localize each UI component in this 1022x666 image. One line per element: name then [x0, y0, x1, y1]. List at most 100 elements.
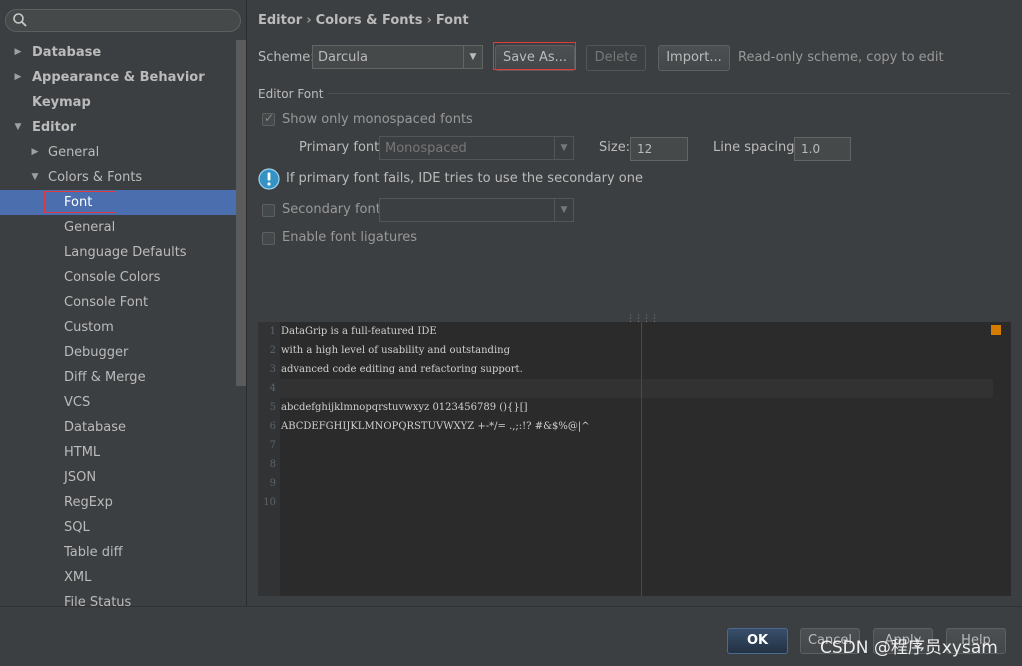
sidebar-item-console-font[interactable]: Console Font [0, 290, 246, 315]
sidebar-item-editor[interactable]: ▼ Editor [0, 115, 246, 140]
sidebar-item-label: Database [32, 45, 102, 60]
collapse-arrow-icon[interactable]: ▶ [29, 140, 41, 165]
sidebar-item-general[interactable]: General [0, 215, 246, 240]
delete-button[interactable]: Delete [586, 45, 646, 71]
sidebar-item-json[interactable]: JSON [0, 465, 246, 490]
sidebar-item-font[interactable]: Font [0, 190, 246, 215]
line-number: 8 [269, 459, 276, 470]
line-spacing-label: Line spacing: [713, 140, 799, 155]
chevron-down-icon[interactable]: ▼ [554, 137, 573, 159]
ok-button[interactable]: OK [727, 628, 788, 654]
sidebar-item-label: File Status [64, 595, 132, 606]
sidebar-item-file-status[interactable]: File Status [0, 590, 246, 606]
sidebar-item-label: VCS [64, 395, 91, 410]
size-input[interactable] [631, 138, 687, 160]
font-settings-panel: Editor › Colors & Fonts › Font Scheme: Darcu… [248, 0, 1022, 606]
sidebar-item-console-colors[interactable]: Console Colors [0, 265, 246, 290]
sidebar-item-database[interactable]: Database [0, 415, 246, 440]
code-line: 8 [258, 455, 281, 474]
scheme-value: Darcula [318, 50, 369, 65]
code-line: 1 DataGrip is a full-featured IDE [258, 322, 437, 341]
sidebar-item-label: XML [64, 570, 92, 585]
right-margin-guide [641, 322, 642, 596]
code-line: 7 [258, 436, 281, 455]
expand-arrow-icon[interactable]: ▼ [12, 115, 24, 140]
primary-font-value: Monospaced [385, 141, 467, 156]
settings-tree: ▶ Database ▶ Appearance & Behavior Keymap ▼ Ed… [0, 40, 246, 606]
sidebar-item-table-diff[interactable]: Table diff [0, 540, 246, 565]
code-line: 5 abcdefghijklmnopqrstuvwxyz 0123456789 (… [258, 398, 528, 417]
save-as-highlight [493, 42, 576, 70]
sidebar-item-debugger[interactable]: Debugger [0, 340, 246, 365]
breadcrumb-colors-fonts: Colors & Fonts [315, 13, 423, 28]
line-number: 10 [263, 497, 276, 508]
sidebar-item-vcs[interactable]: VCS [0, 390, 246, 415]
sidebar-item-regexp[interactable]: RegExp [0, 490, 246, 515]
monospaced-checkbox[interactable] [262, 111, 275, 126]
chevron-down-icon[interactable]: ▼ [554, 199, 573, 221]
code-line: 4 [258, 379, 281, 398]
ligatures-checkbox[interactable] [262, 232, 275, 245]
sidebar-item-label: JSON [64, 470, 97, 485]
sidebar-item-label: Table diff [64, 545, 123, 560]
code-text: advanced code editing and refactoring su… [281, 364, 523, 375]
breadcrumb: Editor › Colors & Fonts › Font [258, 13, 469, 28]
settings-search[interactable] [5, 9, 241, 32]
sidebar-item-database[interactable]: ▶ Database [0, 40, 246, 65]
sidebar-item-label: Keymap [32, 95, 91, 110]
sidebar-item-custom[interactable]: Custom [0, 315, 246, 340]
code-text: ABCDEFGHIJKLMNOPQRSTUVWXYZ +-*/= .,;:!? … [281, 421, 590, 432]
info-message: If primary font fails, IDE tries to use … [286, 171, 643, 186]
sidebar-item-keymap[interactable]: Keymap [0, 90, 246, 115]
collapse-arrow-icon[interactable]: ▶ [12, 65, 24, 90]
sidebar-item-diff-merge[interactable]: Diff & Merge [0, 365, 246, 390]
sidebar-item-label: SQL [64, 520, 90, 535]
secondary-font-select[interactable]: ▼ [379, 198, 574, 222]
search-input[interactable] [30, 12, 230, 29]
code-line: 10 [258, 493, 281, 512]
collapse-arrow-icon[interactable]: ▶ [12, 40, 24, 65]
import-button[interactable]: Import... [658, 45, 730, 71]
sidebar-item-label: Debugger [64, 345, 129, 360]
scheme-label: Scheme: [258, 50, 315, 65]
primary-font-select[interactable]: Monospaced ▼ [379, 136, 574, 160]
font-preview-editor[interactable]: 1 DataGrip is a full-featured IDE 2 with a … [258, 322, 1011, 596]
sidebar-item-appearance-behavior[interactable]: ▶ Appearance & Behavior [0, 65, 246, 90]
sidebar-scrollbar[interactable] [236, 40, 246, 386]
sidebar-item-label: Console Colors [64, 270, 161, 285]
line-number: 5 [269, 402, 276, 413]
sidebar-item-label: Appearance & Behavior [32, 70, 205, 85]
watermark: CSDN @程序员xysam [820, 638, 998, 658]
line-number: 2 [269, 345, 276, 356]
breadcrumb-font: Font [435, 13, 469, 28]
code-line: 2 with a high level of usability and outs… [258, 341, 510, 360]
size-label: Size: [599, 140, 631, 155]
line-number: 3 [269, 364, 276, 375]
status-marker-icon [991, 325, 1001, 335]
sidebar-item-label: General [64, 220, 116, 235]
breadcrumb-separator: › [306, 13, 312, 28]
chevron-down-icon[interactable]: ▼ [463, 46, 482, 68]
sidebar-item-xml[interactable]: XML [0, 565, 246, 590]
breadcrumb-separator: › [426, 13, 432, 28]
secondary-font-checkbox[interactable] [262, 204, 275, 217]
code-line: 6 ABCDEFGHIJKLMNOPQRSTUVWXYZ +-*/= .,;:!?… [258, 417, 590, 436]
sidebar-item-label: HTML [64, 445, 101, 460]
scheme-select[interactable]: Darcula ▼ [312, 45, 483, 69]
sidebar-item-language-defaults[interactable]: Language Defaults [0, 240, 246, 265]
line-number: 7 [269, 440, 276, 451]
line-spacing-input[interactable] [795, 138, 850, 160]
sidebar-item-colors-fonts[interactable]: ▼ Colors & Fonts [0, 165, 246, 190]
line-spacing-field[interactable] [794, 137, 851, 161]
size-field[interactable] [630, 137, 688, 161]
read-only-note: Read-only scheme, copy to edit [738, 50, 944, 65]
line-number: 4 [269, 383, 276, 394]
sidebar-item-html[interactable]: HTML [0, 440, 246, 465]
sidebar-item-general[interactable]: ▶ General [0, 140, 246, 165]
info-icon [258, 168, 280, 190]
sidebar-item-sql[interactable]: SQL [0, 515, 246, 540]
code-line: 9 [258, 474, 281, 493]
sidebar-item-label: Language Defaults [64, 245, 187, 260]
settings-sidebar: ▶ Database ▶ Appearance & Behavior Keymap ▼ Ed… [0, 0, 247, 606]
expand-arrow-icon[interactable]: ▼ [29, 165, 41, 190]
